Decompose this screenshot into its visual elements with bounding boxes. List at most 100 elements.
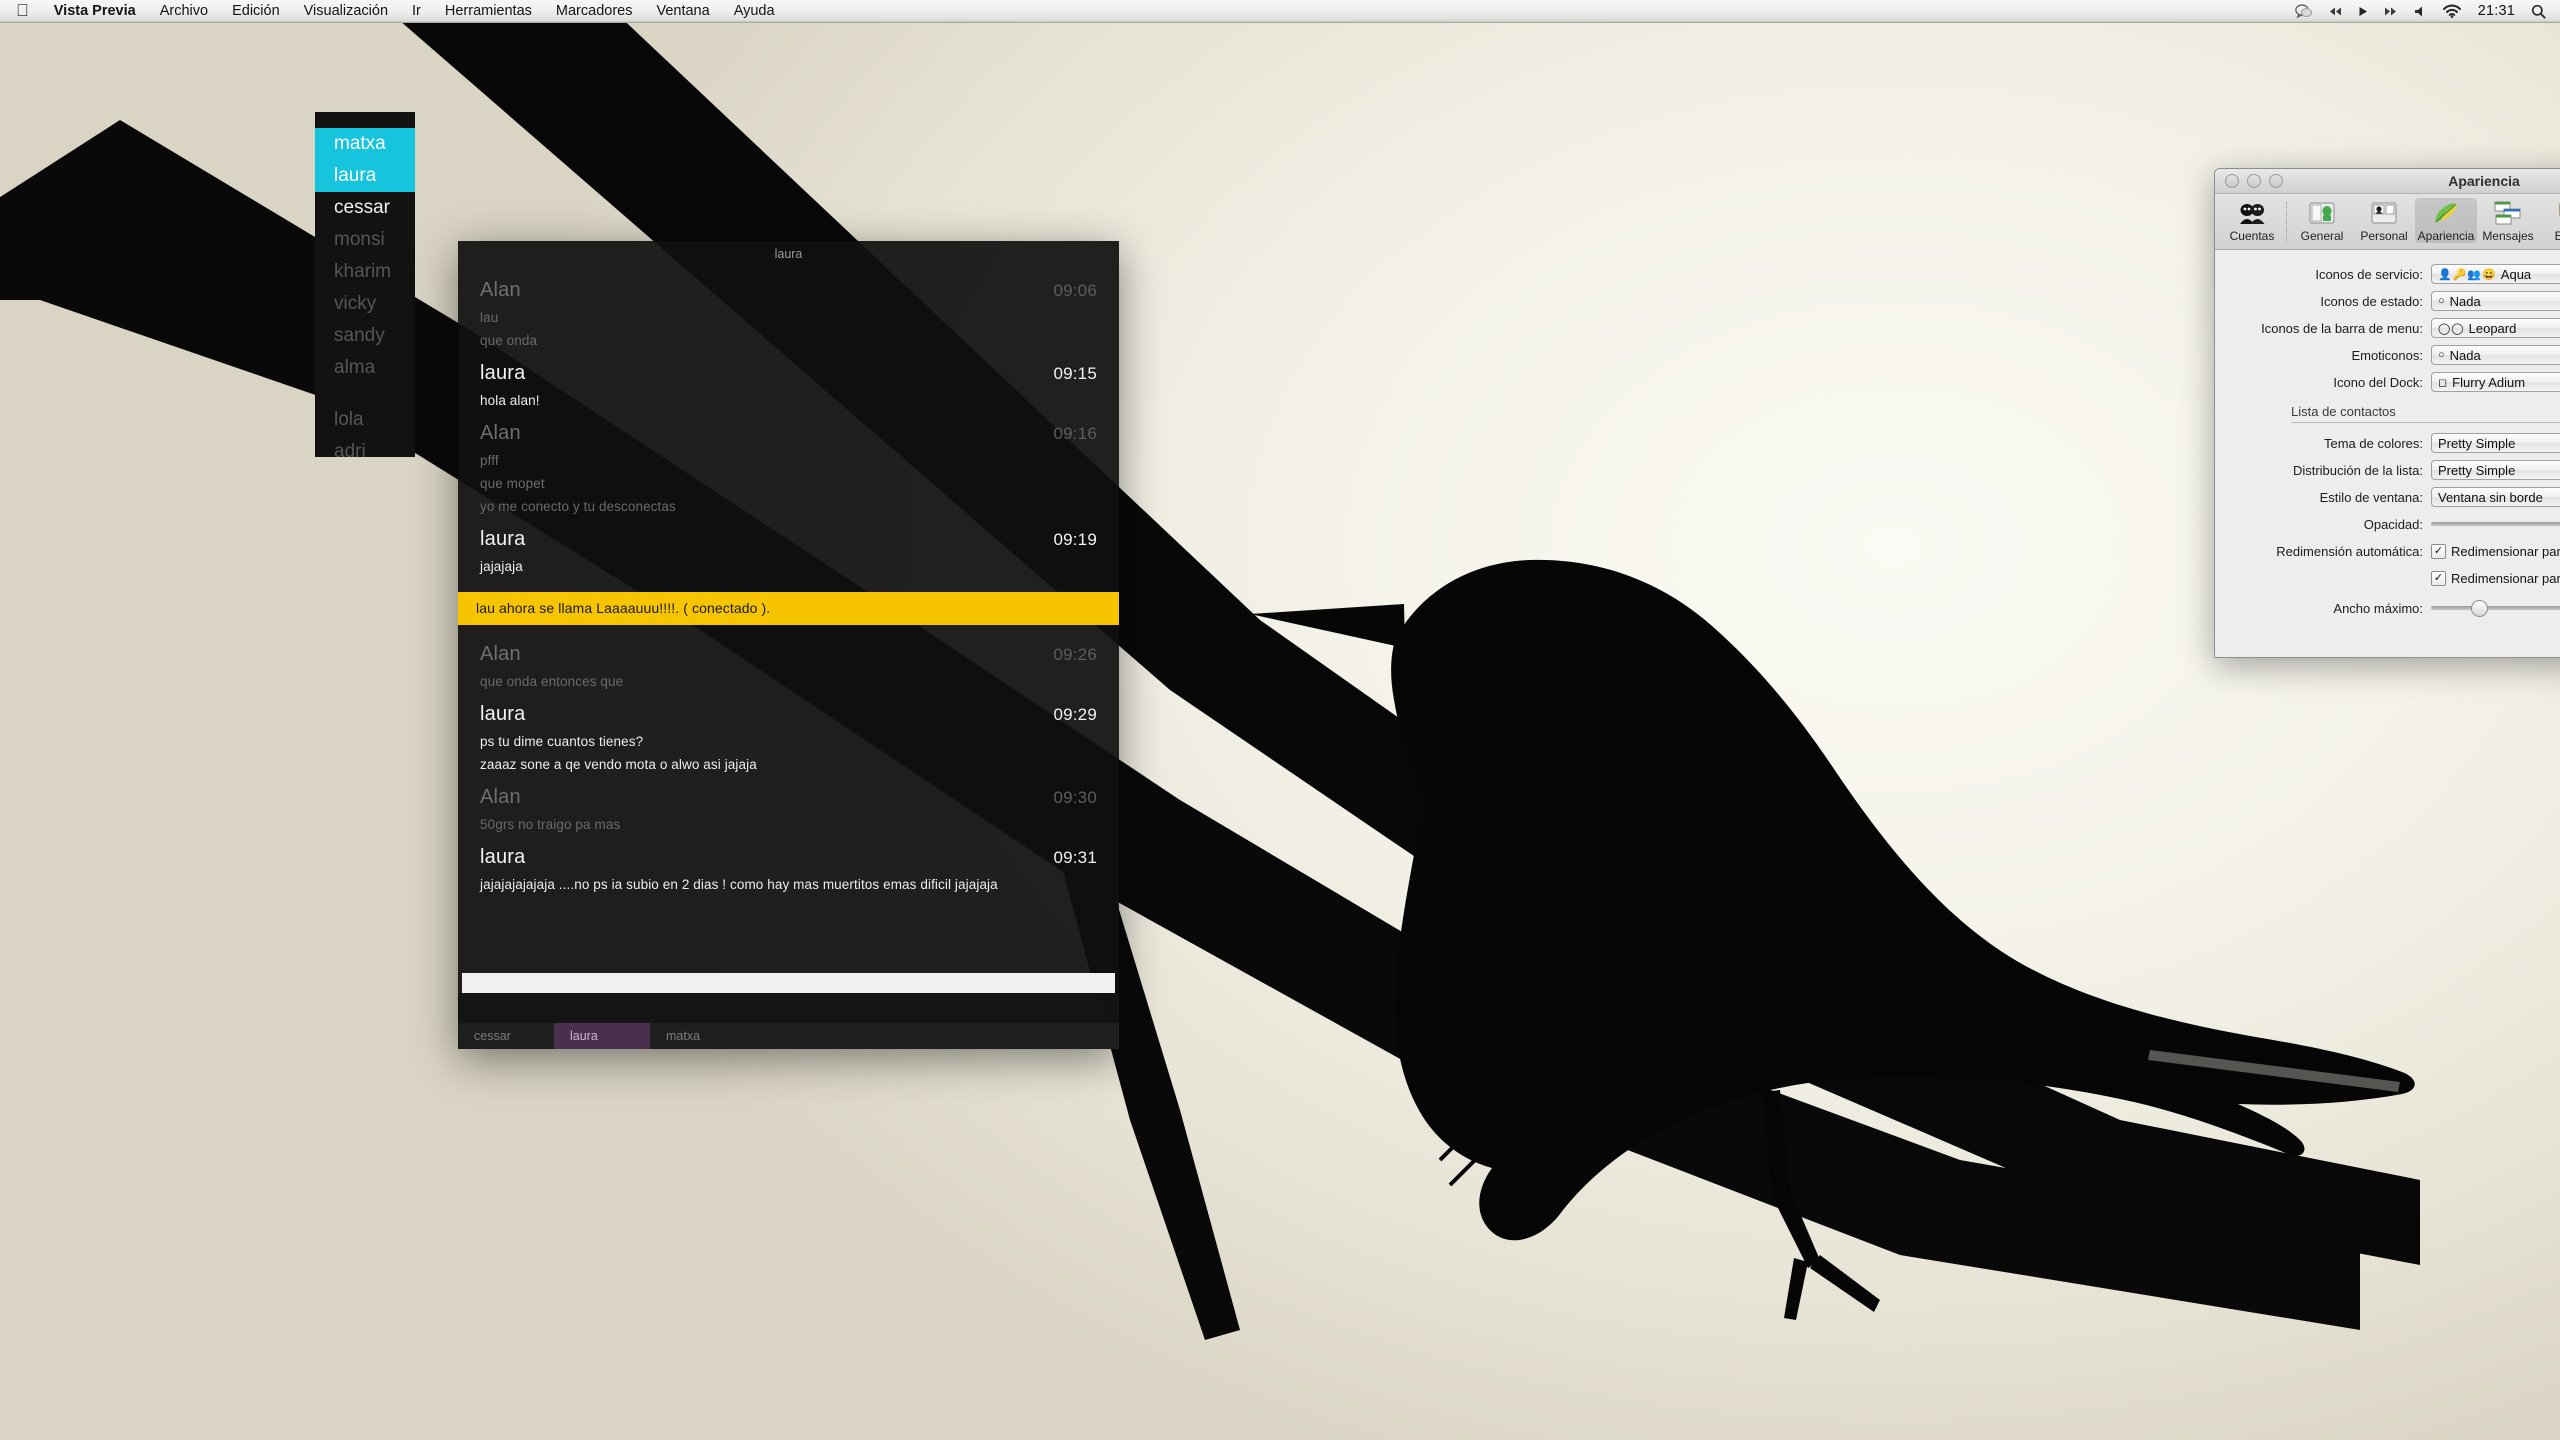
pref-label: Estilo de ventana: — [2319, 489, 2423, 505]
pref-row-autoresize: Redimensión automática: ✓ Redimensionar … — [2215, 541, 2560, 561]
max-width-slider[interactable] — [2431, 600, 2560, 617]
contact-item-vicky[interactable]: vicky — [315, 288, 415, 320]
toolbar-item-mensajes[interactable]: Mensajes — [2477, 198, 2539, 243]
service-icons-preview: 👤🔑👥😀 — [2438, 268, 2497, 281]
pref-row-autoresize-2: ✓ Redimensionar par — [2215, 568, 2560, 588]
toolbar-item-personal[interactable]: Personal — [2353, 198, 2415, 243]
chat-tab-laura[interactable]: laura — [554, 1023, 650, 1049]
toolbar-item-apariencia[interactable]: Apariencia — [2415, 198, 2477, 243]
message-time: 09:29 — [1053, 705, 1097, 724]
menubar-icons-select[interactable]: ◯◯ Leopard — [2431, 318, 2560, 338]
chat-message-input[interactable] — [462, 973, 1115, 993]
menu-item-vista-previa[interactable]: Vista Previa — [42, 3, 148, 19]
autoresize-checkbox-2[interactable]: ✓ Redimensionar par — [2431, 570, 2560, 586]
select-value: Pretty Simple — [2438, 462, 2516, 478]
pref-label: Distribución de la lista: — [2292, 462, 2423, 478]
message-time: 09:15 — [1053, 364, 1097, 383]
menu-bar[interactable]:  Vista Previa Archivo Edición Visualiza… — [0, 0, 2560, 23]
menu-item-ventana[interactable]: Ventana — [644, 3, 721, 19]
autoresize-checkbox-1[interactable]: ✓ Redimensionar par — [2431, 543, 2560, 559]
toolbar-label: Estad — [2555, 229, 2560, 243]
contact-item-cessar[interactable]: cessar — [315, 192, 415, 224]
contact-item-alma[interactable]: alma — [315, 352, 415, 384]
apple-logo-icon[interactable]:  — [0, 2, 42, 19]
chat-bubble-icon[interactable] — [2294, 4, 2313, 18]
section-header-contact-list: Lista de contactos — [2291, 404, 2560, 423]
emoticons-select[interactable]: ○ Nada — [2431, 345, 2560, 365]
chat-window-title: laura — [774, 247, 803, 261]
menu-item-edicion[interactable]: Edición — [220, 3, 292, 19]
preferences-titlebar[interactable]: Apariencia — [2215, 169, 2560, 194]
select-value: Ventana sin borde — [2438, 489, 2543, 505]
message-sender: laura — [480, 703, 526, 725]
menu-item-ir[interactable]: Ir — [400, 3, 433, 19]
status-icons-select[interactable]: ○ Nada — [2431, 291, 2560, 311]
toolbar-separator — [2286, 202, 2288, 242]
pref-row-emoticons: Emoticonos: ○ Nada — [2215, 345, 2560, 365]
chat-tab-cessar[interactable]: cessar — [458, 1023, 554, 1049]
opacity-slider[interactable] — [2431, 522, 2560, 526]
message-time: 09:26 — [1053, 645, 1097, 664]
volume-icon[interactable] — [2413, 5, 2426, 18]
checkbox-label: Redimensionar par — [2451, 543, 2560, 559]
chat-window[interactable]: laura Alan 09:06 lau que onda laura 09:1… — [458, 241, 1119, 1049]
contact-item-lola[interactable]: lola — [315, 404, 415, 436]
chat-message: Alan 09:16 pfff que mopet yo me conecto … — [458, 416, 1119, 522]
message-line: lau — [480, 310, 499, 325]
message-sender: Alan — [480, 643, 521, 665]
menu-item-archivo[interactable]: Archivo — [148, 3, 220, 19]
message-sender: Alan — [480, 786, 521, 808]
contact-list-window[interactable]: matxa laura cessar monsi kharim vicky sa… — [315, 112, 415, 462]
max-width-slider-knob[interactable] — [2471, 600, 2488, 617]
window-style-select[interactable]: Ventana sin borde — [2431, 487, 2560, 507]
rewind-icon[interactable] — [2329, 6, 2342, 17]
wifi-icon[interactable] — [2442, 4, 2462, 18]
select-value: Nada — [2449, 293, 2481, 309]
chat-tab-bar[interactable]: cessar laura matxa — [458, 1023, 1119, 1049]
message-line: pfff — [480, 453, 499, 468]
checkmark-icon[interactable]: ✓ — [2431, 543, 2446, 559]
contact-item-monsi[interactable]: monsi — [315, 224, 415, 256]
menu-bar-status-items[interactable]: 21:31 — [2294, 3, 2560, 19]
list-layout-select[interactable]: Pretty Simple — [2431, 460, 2560, 480]
contact-item-kharim[interactable]: kharim — [315, 256, 415, 288]
toolbar-item-estados[interactable]: Estad — [2539, 198, 2560, 243]
menu-item-visualizacion[interactable]: Visualización — [292, 3, 400, 19]
menu-item-herramientas[interactable]: Herramientas — [433, 3, 544, 19]
contact-item-laura[interactable]: laura — [315, 160, 415, 192]
chat-tab-matxa[interactable]: matxa — [650, 1023, 746, 1049]
toolbar-item-general[interactable]: General — [2291, 198, 2353, 243]
contact-item-adri[interactable]: adri — [315, 436, 415, 468]
pref-label: Redimensión automática: — [2276, 543, 2423, 559]
menu-item-ayuda[interactable]: Ayuda — [722, 3, 787, 19]
toolbar-label: Personal — [2360, 229, 2408, 243]
status-change-banner: lau ahora se llama Laaaauuu!!!!. ( conec… — [458, 592, 1119, 625]
preferences-window[interactable]: Apariencia Cuentas General Personal Apar… — [2214, 168, 2560, 658]
menu-bar-clock[interactable]: 21:31 — [2478, 3, 2515, 19]
contact-item-sandy[interactable]: sandy — [315, 320, 415, 352]
message-time: 09:31 — [1053, 848, 1097, 867]
dock-icon-select[interactable]: ◻ Flurry Adium — [2431, 372, 2560, 392]
preferences-toolbar[interactable]: Cuentas General Personal Apariencia Mens… — [2215, 194, 2560, 250]
play-icon[interactable] — [2358, 6, 2368, 17]
desktop-screen:  Vista Previa Archivo Edición Visualiza… — [0, 0, 2560, 1440]
chat-input-area — [458, 993, 1119, 1023]
toolbar-label: Apariencia — [2417, 229, 2475, 243]
checkbox-label: Redimensionar par — [2451, 570, 2560, 586]
checkmark-icon[interactable]: ✓ — [2431, 570, 2446, 586]
message-time: 09:30 — [1053, 788, 1097, 807]
menu-item-marcadores[interactable]: Marcadores — [544, 3, 645, 19]
service-icons-select[interactable]: 👤🔑👥😀 Aqua — [2431, 264, 2560, 284]
toolbar-item-cuentas[interactable]: Cuentas — [2221, 198, 2283, 243]
fastforward-icon[interactable] — [2384, 6, 2397, 17]
pref-label: Tema de colores: — [2324, 435, 2423, 451]
spotlight-search-icon[interactable] — [2531, 4, 2546, 19]
message-line: zaaaz sone a qe vendo mota o alwo asi ja… — [480, 757, 757, 772]
pref-row-dock-icon: Icono del Dock: ◻ Flurry Adium — [2215, 372, 2560, 392]
pref-row-service-icons: Iconos de servicio: 👤🔑👥😀 Aqua — [2215, 264, 2560, 284]
contact-item-matxa[interactable]: matxa — [315, 128, 415, 160]
toolbar-label: Cuentas — [2229, 229, 2275, 243]
toolbar-label: General — [2300, 229, 2344, 243]
chat-message: Alan 09:26 que onda entonces que — [458, 637, 1119, 697]
color-theme-select[interactable]: Pretty Simple — [2431, 433, 2560, 453]
